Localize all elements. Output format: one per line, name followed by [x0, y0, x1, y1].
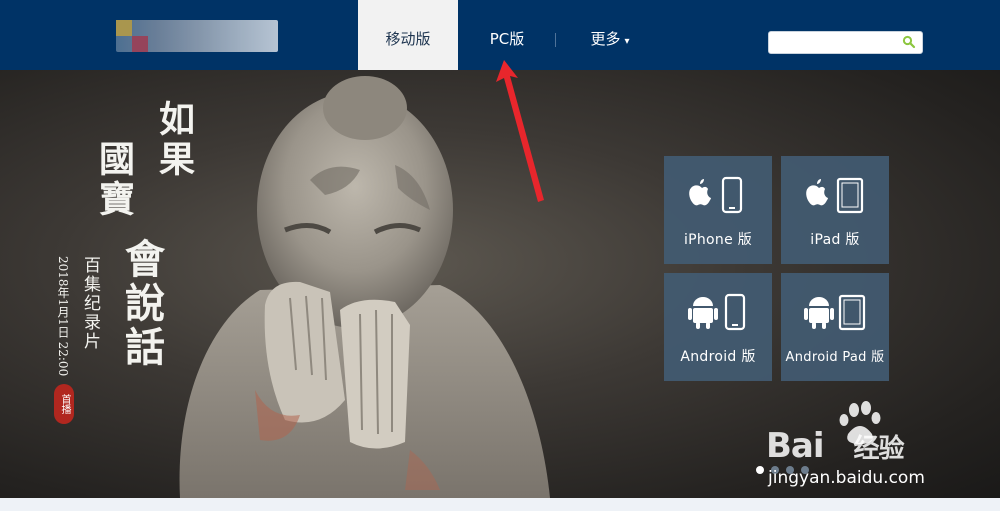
- poster-subtitle: 百集纪录片: [80, 256, 100, 351]
- tab-mobile-version[interactable]: 移动版: [358, 0, 458, 70]
- download-iphone-tile[interactable]: iPhone 版: [664, 156, 772, 264]
- apple-icon: [806, 179, 828, 206]
- apple-phone-icons: [689, 176, 743, 214]
- phone-icon: [724, 293, 746, 331]
- annotation-arrow-icon: [496, 60, 544, 202]
- apple-tablet-icons: [806, 177, 864, 214]
- watermark-brand-suffix: 经验: [853, 434, 905, 464]
- poster-title-line-2: 國寶: [93, 140, 135, 220]
- watermark-url: jingyan.baidu.com: [768, 468, 925, 488]
- android-phone-icons: [688, 293, 746, 331]
- poster-title-line-1: 如果: [153, 100, 195, 180]
- android-tablet-icons: [804, 294, 866, 331]
- tab-more-menu[interactable]: 更多 ▾: [570, 0, 650, 70]
- download-ipad-tile[interactable]: iPad 版: [781, 156, 889, 264]
- poster-air-date: 2018年1月1日 22:00: [56, 256, 70, 377]
- poster-title-line-3: 會說話: [118, 238, 165, 370]
- search-icon[interactable]: [902, 35, 916, 49]
- apple-icon: [689, 179, 711, 206]
- chevron-down-icon: ▾: [624, 36, 630, 47]
- tile-label: Android 版: [680, 349, 756, 365]
- search-input[interactable]: [773, 34, 902, 53]
- tile-label: Android Pad 版: [785, 350, 885, 365]
- baidu-jingyan-watermark: Bai 经验: [766, 426, 905, 466]
- tile-label: iPhone 版: [683, 232, 753, 248]
- android-icon: [688, 297, 718, 329]
- nav-divider: [555, 33, 556, 47]
- premiere-seal: 首播: [54, 384, 74, 424]
- site-logo[interactable]: [116, 20, 278, 52]
- download-android-pad-tile[interactable]: Android Pad 版: [781, 273, 889, 381]
- more-label: 更多: [590, 30, 621, 48]
- watermark-brand: Bai: [766, 426, 825, 466]
- page-bottom-strip: [0, 498, 1000, 511]
- tile-label: iPad 版: [810, 232, 860, 248]
- search-box[interactable]: [768, 31, 923, 54]
- phone-icon: [721, 176, 743, 214]
- download-android-tile[interactable]: Android 版: [664, 273, 772, 381]
- android-icon: [804, 297, 834, 329]
